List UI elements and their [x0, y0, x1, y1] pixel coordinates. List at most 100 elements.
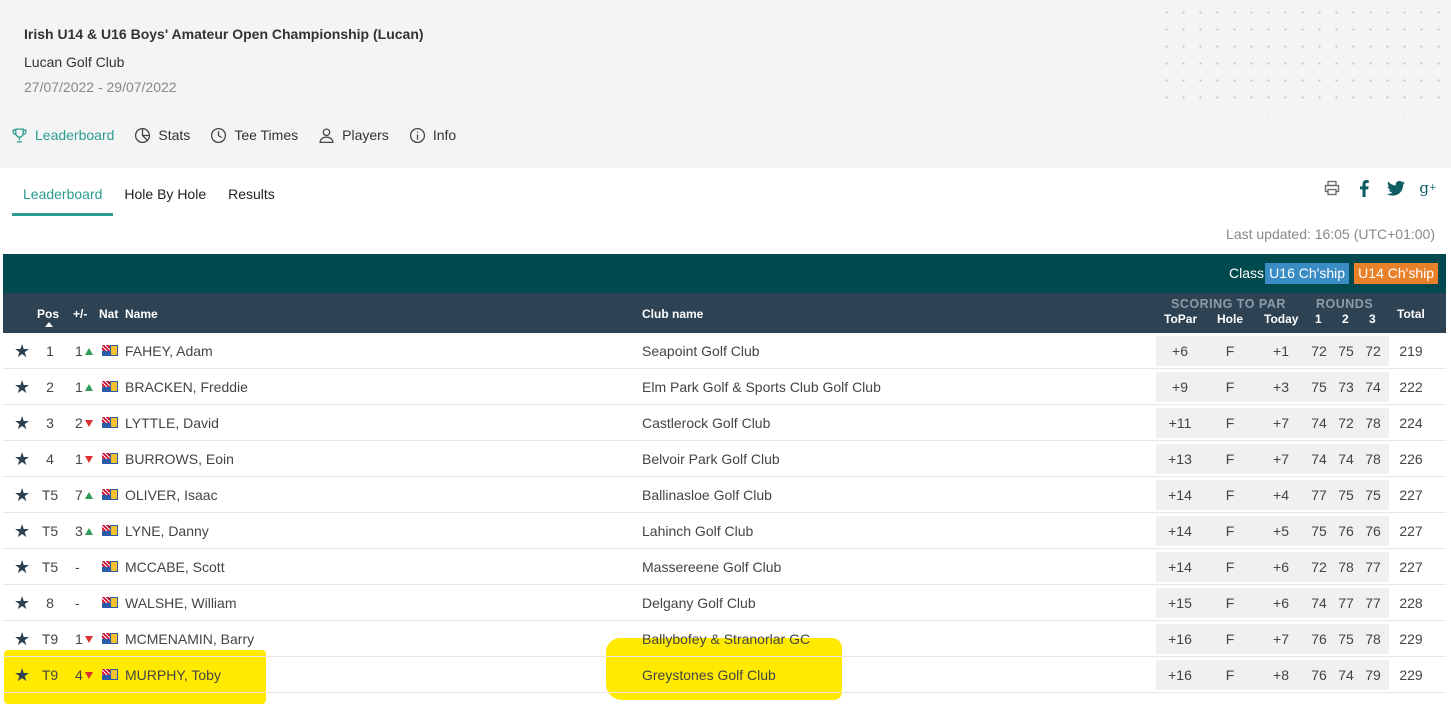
nav-leaderboard[interactable]: Leaderboard — [11, 127, 114, 144]
player-name[interactable]: MCCABE, Scott — [125, 559, 225, 575]
table-row[interactable]: ★ T5- MCCABE, Scott Massereene Golf Club +14… — [3, 549, 1446, 585]
movement: 3 — [75, 523, 99, 539]
event-header: Irish U14 & U16 Boys' Amateur Open Champ… — [0, 0, 1451, 168]
today-score: +7 — [1273, 451, 1289, 467]
table-row[interactable]: ★ 8 - WALSHE, William Delgany Golf Club +15 F +… — [3, 585, 1446, 621]
table-row[interactable]: ★ 2 1 BRACKEN, Freddie Elm Park Golf & Sport… — [3, 369, 1446, 405]
class-u14-button[interactable]: U14 Ch'ship — [1354, 263, 1438, 284]
today-score: +6 — [1273, 595, 1289, 611]
nav-tee-times[interactable]: Tee Times — [210, 127, 298, 144]
subtab-results[interactable]: Results — [217, 184, 286, 216]
nav-stats[interactable]: Stats — [134, 127, 190, 144]
movement: 4 — [75, 667, 99, 683]
favourite-star-icon[interactable]: ★ — [14, 665, 30, 686]
subtab-hole-by-hole[interactable]: Hole By Hole — [113, 184, 217, 216]
player-name[interactable]: MURPHY, Toby — [125, 667, 221, 683]
flag-icon — [102, 633, 118, 644]
facebook-icon[interactable] — [1355, 178, 1373, 198]
nav-players-label: Players — [342, 127, 389, 143]
favourite-star-icon[interactable]: ★ — [14, 521, 30, 542]
round-3-score: 74 — [1365, 379, 1381, 395]
nav-info[interactable]: Info — [409, 127, 456, 144]
table-row[interactable]: ★ 3 2 LYTTLE, David Castlerock Golf Club +11 F… — [3, 405, 1446, 441]
player-name[interactable]: LYTTLE, David — [125, 415, 219, 431]
round-2-score: 77 — [1338, 595, 1354, 611]
player-name[interactable]: FAHEY, Adam — [125, 343, 213, 359]
nav-stats-label: Stats — [158, 127, 191, 143]
col-name[interactable]: Name — [125, 307, 158, 321]
movement: 1 — [75, 379, 99, 395]
favourite-star-icon[interactable]: ★ — [14, 485, 30, 506]
table-row[interactable]: ★ T5 3 LYNE, Danny Lahinch Golf Club +14 F +5 75… — [3, 513, 1446, 549]
class-u16-button[interactable]: U16 Ch'ship — [1265, 263, 1349, 284]
round-3-score: 76 — [1365, 523, 1381, 539]
table-row[interactable]: ★ T9 1 MCMENAMIN, Barry Ballybofey & Stranor… — [3, 621, 1446, 657]
table-row[interactable]: ★ T5 7 OLIVER, Isaac Ballinasloe Golf Club +1… — [3, 477, 1446, 513]
google-plus-icon[interactable]: g + — [1419, 178, 1437, 198]
col-round-3[interactable]: 3 — [1369, 312, 1376, 326]
player-name[interactable]: MCMENAMIN, Barry — [125, 631, 254, 647]
col-nat[interactable]: Nat — [99, 307, 118, 321]
col-hole[interactable]: Hole — [1217, 312, 1243, 326]
arrow-down-icon — [84, 636, 93, 643]
position: 1 — [46, 343, 54, 359]
favourite-star-icon[interactable]: ★ — [14, 557, 30, 578]
movement-value: 4 — [75, 667, 83, 683]
movement: 1 — [75, 451, 99, 467]
movement-value: 7 — [75, 487, 83, 503]
col-today[interactable]: Today — [1264, 312, 1298, 326]
table-row[interactable]: ★ T9 4 MURPHY, Toby Greystones Golf Club +16 F… — [3, 657, 1446, 693]
table-row[interactable]: ★ 4 1 BURROWS, Eoin Belvoir Park Golf Club +1… — [3, 441, 1446, 477]
print-icon[interactable] — [1323, 178, 1341, 198]
subtab-leaderboard[interactable]: Leaderboard — [12, 184, 114, 216]
table-row[interactable]: ★ 1 1 FAHEY, Adam Seapoint Golf Club +6 F +1 72 7… — [3, 333, 1446, 369]
nav-players[interactable]: Players — [318, 127, 389, 144]
flag-icon — [102, 417, 118, 428]
player-name[interactable]: BRACKEN, Freddie — [125, 379, 248, 395]
favourite-star-icon[interactable]: ★ — [14, 377, 30, 398]
col-round-1[interactable]: 1 — [1315, 312, 1322, 326]
position: T9 — [41, 631, 59, 647]
col-total[interactable]: Total — [1397, 307, 1425, 321]
arrow-down-icon — [84, 672, 93, 679]
col-round-2[interactable]: 2 — [1342, 312, 1349, 326]
total-score: 222 — [1399, 379, 1423, 395]
club-name: Ballybofey & Stranorlar GC — [642, 631, 811, 647]
round-2-score: 72 — [1338, 415, 1354, 431]
favourite-star-icon[interactable]: ★ — [14, 629, 30, 650]
twitter-icon[interactable] — [1387, 178, 1405, 198]
position: T5 — [41, 487, 59, 503]
class-filter-bar: Class U16 Ch'ship U14 Ch'ship — [3, 254, 1446, 293]
player-name[interactable]: WALSHE, William — [125, 595, 237, 611]
player-name[interactable]: OLIVER, Isaac — [125, 487, 218, 503]
favourite-star-icon[interactable]: ★ — [14, 593, 30, 614]
class-label: Class — [1228, 265, 1264, 281]
movement: - — [75, 559, 99, 575]
favourite-star-icon[interactable]: ★ — [14, 413, 30, 434]
round-2-score: 78 — [1338, 559, 1354, 575]
arrow-up-icon — [84, 528, 93, 535]
today-score: +5 — [1273, 523, 1289, 539]
col-club[interactable]: Club name — [642, 307, 703, 321]
round-1-score: 77 — [1311, 487, 1327, 503]
col-pos[interactable]: Pos — [37, 307, 59, 321]
favourite-star-icon[interactable]: ★ — [14, 341, 30, 362]
col-move[interactable]: +/- — [73, 307, 87, 321]
flag-icon — [102, 453, 118, 464]
round-2-score: 76 — [1338, 523, 1354, 539]
round-1-score: 74 — [1311, 451, 1327, 467]
today-score: +7 — [1273, 631, 1289, 647]
nav-leaderboard-label: Leaderboard — [35, 127, 115, 143]
col-topar[interactable]: ToPar — [1164, 312, 1197, 326]
share-bar: g + — [1309, 178, 1437, 198]
pie-chart-icon — [135, 127, 151, 143]
round-1-score: 75 — [1311, 523, 1327, 539]
favourite-star-icon[interactable]: ★ — [14, 449, 30, 470]
round-2-score: 75 — [1338, 343, 1354, 359]
round-1-score: 72 — [1311, 559, 1327, 575]
player-name[interactable]: BURROWS, Eoin — [125, 451, 234, 467]
player-name[interactable]: LYNE, Danny — [125, 523, 209, 539]
flag-icon — [102, 561, 118, 572]
flag-icon — [102, 669, 118, 680]
movement-value: 2 — [75, 415, 83, 431]
